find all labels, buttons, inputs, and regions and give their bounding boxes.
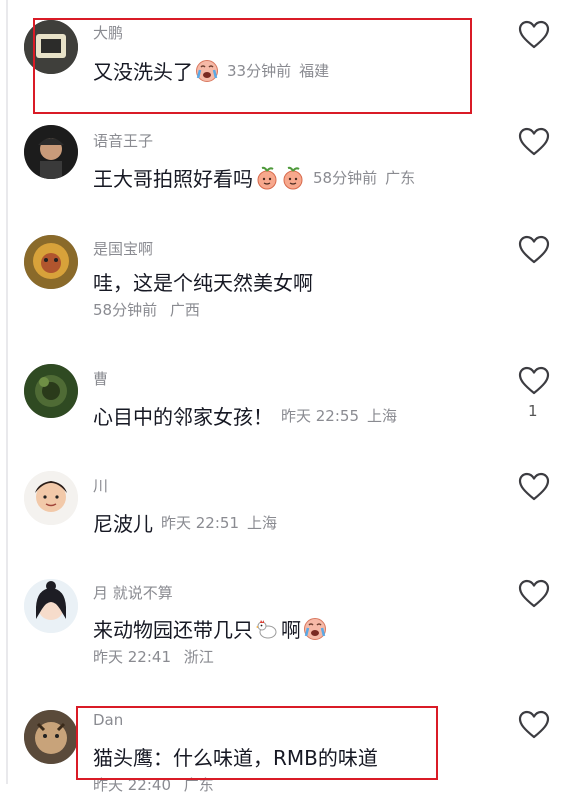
comment-item: 语音王子 王大哥拍照好看吗 58分钟前 广东 (0, 115, 570, 225)
comment-text: 又没洗头了 (93, 60, 193, 84)
comment-meta: 58分钟前 广西 (93, 299, 200, 320)
comment-username[interactable]: Dan (93, 711, 123, 729)
comment-location: 福建 (299, 62, 330, 80)
like-heart-icon[interactable] (518, 579, 550, 609)
avatar[interactable] (24, 471, 78, 525)
comment-time: 昨天 22:40 (93, 776, 171, 794)
avatar[interactable] (24, 20, 78, 74)
comment-location: 广西 (169, 301, 200, 319)
comment-time: 58分钟前 (313, 169, 378, 187)
comment-item: Dan 猫头鹰：什么味道，RMB的味道 昨天 22:40 广东 (0, 702, 570, 794)
comment-username[interactable]: 川 (93, 475, 108, 496)
comment-username[interactable]: 是国宝啊 (93, 238, 153, 259)
comment-text: 啊 (281, 618, 301, 642)
comment-item: 川 尼波儿 昨天 22:51 上海 (0, 467, 570, 574)
comment-username[interactable]: 语音王子 (93, 130, 153, 151)
like-heart-icon[interactable] (518, 366, 550, 396)
comment-location: 广东 (385, 169, 416, 187)
comment-text-line: 猫头鹰：什么味道，RMB的味道 (93, 742, 378, 771)
avatar[interactable] (24, 710, 78, 764)
avatar[interactable] (24, 579, 78, 633)
comment-username[interactable]: 大鹏 (93, 22, 123, 43)
comment-meta: 昨天 22:41 浙江 (93, 646, 214, 667)
comment-text: 哇，这是个纯天然美女啊 (93, 271, 313, 295)
like-heart-icon[interactable] (518, 20, 550, 50)
comment-time: 昨天 22:41 (93, 648, 171, 666)
comment-location: 浙江 (183, 648, 214, 666)
comment-text: 心目中的邻家女孩！ (93, 405, 273, 429)
comment-item: 曹 心目中的邻家女孩！ 昨天 22:55 上海 1 (0, 360, 570, 467)
comment-time: 58分钟前 (93, 301, 158, 319)
comment-time: 昨天 22:51 (161, 514, 239, 532)
cry-laugh-emoji-icon (303, 617, 327, 641)
peach-emoji-icon (255, 166, 279, 190)
like-count: 1 (528, 402, 538, 420)
avatar[interactable] (24, 235, 78, 289)
comment-location: 上海 (367, 407, 398, 425)
cry-laugh-emoji-icon (195, 59, 219, 83)
comment-username[interactable]: 月 就说不算 (93, 582, 173, 603)
like-heart-icon[interactable] (518, 710, 550, 740)
comment-location: 上海 (247, 514, 278, 532)
comment-text: 王大哥拍照好看吗 (93, 167, 253, 191)
comment-text-line: 王大哥拍照好看吗 58分钟前 广东 (93, 163, 415, 192)
comment-time: 昨天 22:55 (281, 407, 359, 425)
comment-text: 来动物园还带几只 (93, 618, 253, 642)
comment-text-line: 来动物园还带几只 啊 (93, 614, 327, 643)
comment-text-line: 尼波儿 昨天 22:51 上海 (93, 508, 277, 537)
comment-username[interactable]: 曹 (93, 368, 108, 389)
like-heart-icon[interactable] (518, 127, 550, 157)
comment-text-line: 心目中的邻家女孩！ 昨天 22:55 上海 (93, 401, 397, 430)
comment-text: 尼波儿 (93, 512, 153, 536)
comment-text-line: 哇，这是个纯天然美女啊 (93, 267, 313, 296)
comment-time: 33分钟前 (227, 62, 292, 80)
chicken-emoji-icon (255, 617, 279, 641)
comment-item: 月 就说不算 来动物园还带几只 啊 昨天 22:41 浙江 (0, 574, 570, 702)
comment-meta: 昨天 22:40 广东 (93, 774, 214, 795)
like-heart-icon[interactable] (518, 472, 550, 502)
comment-item: 是国宝啊 哇，这是个纯天然美女啊 58分钟前 广西 (0, 225, 570, 360)
comment-text: 猫头鹰：什么味道，RMB的味道 (93, 746, 378, 770)
comment-item: 大鹏 又没洗头了 33分钟前 福建 (0, 0, 570, 115)
comment-text-line: 又没洗头了 33分钟前 福建 (93, 56, 329, 85)
like-heart-icon[interactable] (518, 235, 550, 265)
peach-emoji-icon (281, 166, 305, 190)
avatar[interactable] (24, 364, 78, 418)
avatar[interactable] (24, 125, 78, 179)
comment-location: 广东 (183, 776, 214, 794)
